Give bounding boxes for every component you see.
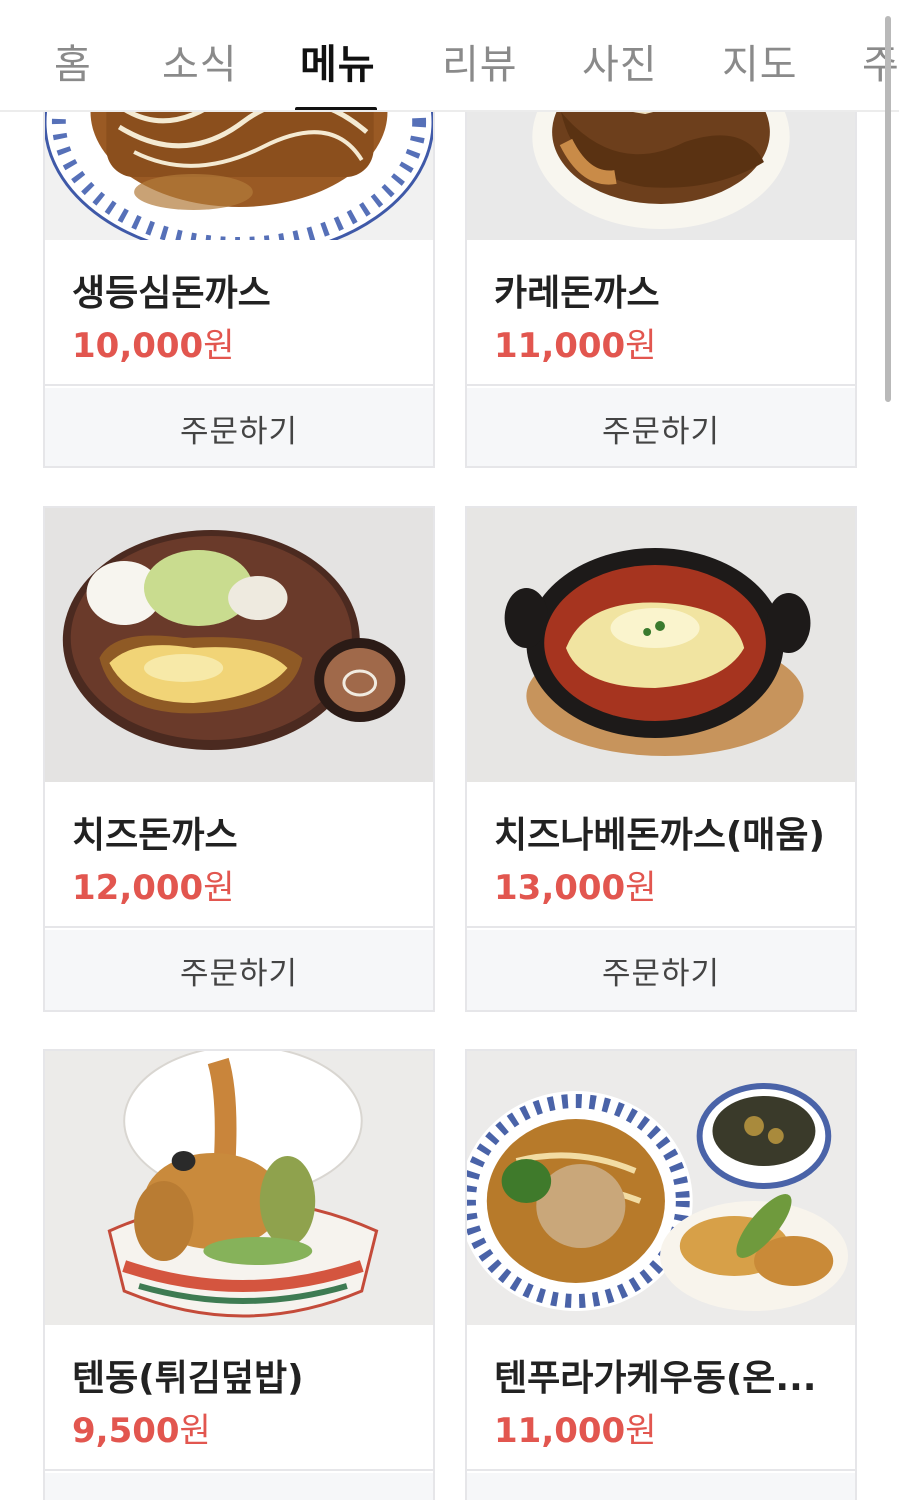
- menu-info: 텐동(튀김덮밥) 9,500원: [45, 1325, 433, 1471]
- menu-photo: [467, 1051, 855, 1325]
- menu-card[interactable]: 텐동(튀김덮밥) 9,500원 주문하기: [43, 1049, 435, 1500]
- tab-reviews[interactable]: 리뷰: [442, 32, 518, 90]
- order-button[interactable]: 주문하기: [467, 388, 855, 466]
- order-button[interactable]: 주문하기: [45, 388, 433, 466]
- menu-info: 카레돈까스 11,000원: [467, 240, 855, 386]
- menu-photo: [45, 508, 433, 782]
- tab-photos[interactable]: 사진: [582, 32, 658, 90]
- menu-card[interactable]: 카레돈까스 11,000원 주문하기: [465, 80, 857, 468]
- scrollbar[interactable]: [885, 16, 891, 402]
- menu-info: 텐푸라가케우동(온... 11,000원: [467, 1325, 855, 1471]
- menu-info: 치즈돈까스 12,000원: [45, 782, 433, 928]
- menu-price: 9,500원: [72, 1411, 211, 1451]
- tab-map[interactable]: 지도: [722, 32, 798, 90]
- menu-price: 11,000원: [494, 1411, 657, 1451]
- menu-price: 13,000원: [494, 868, 657, 908]
- menu-name: 치즈나베돈까스(매움): [494, 815, 825, 856]
- tab-home[interactable]: 홈: [54, 32, 92, 90]
- menu-price: 10,000원: [72, 326, 235, 366]
- menu-name: 카레돈까스: [494, 273, 660, 314]
- menu-name: 치즈돈까스: [72, 815, 238, 856]
- menu-name: 텐동(튀김덮밥): [72, 1358, 304, 1399]
- menu-page: 홈 소식 메뉴 리뷰 사진 지도 주 생등심돈까스 10,000원 주문하기 카…: [0, 0, 899, 1500]
- menu-photo: [45, 1051, 433, 1325]
- order-button[interactable]: 주문하기: [45, 930, 433, 1010]
- menu-price: 12,000원: [72, 868, 235, 908]
- tab-order[interactable]: 주: [862, 32, 899, 90]
- active-tab-indicator: [295, 107, 377, 110]
- menu-price: 11,000원: [494, 326, 657, 366]
- tab-menu[interactable]: 메뉴: [300, 32, 376, 90]
- order-button[interactable]: 주문하기: [467, 930, 855, 1010]
- tab-bar: 홈 소식 메뉴 리뷰 사진 지도 주: [0, 0, 899, 112]
- menu-info: 치즈나베돈까스(매움) 13,000원: [467, 782, 855, 928]
- order-button[interactable]: 주문하기: [45, 1473, 433, 1500]
- menu-photo: [467, 508, 855, 782]
- menu-card[interactable]: 생등심돈까스 10,000원 주문하기: [43, 80, 435, 468]
- order-button[interactable]: 주문하기: [467, 1473, 855, 1500]
- menu-info: 생등심돈까스 10,000원: [45, 240, 433, 386]
- menu-card[interactable]: 치즈돈까스 12,000원 주문하기: [43, 506, 435, 1012]
- menu-card[interactable]: 치즈나베돈까스(매움) 13,000원 주문하기: [465, 506, 857, 1012]
- menu-name: 텐푸라가케우동(온...: [494, 1358, 817, 1399]
- tab-news[interactable]: 소식: [162, 32, 238, 90]
- menu-card[interactable]: 텐푸라가케우동(온... 11,000원 주문하기: [465, 1049, 857, 1500]
- menu-name: 생등심돈까스: [72, 273, 271, 314]
